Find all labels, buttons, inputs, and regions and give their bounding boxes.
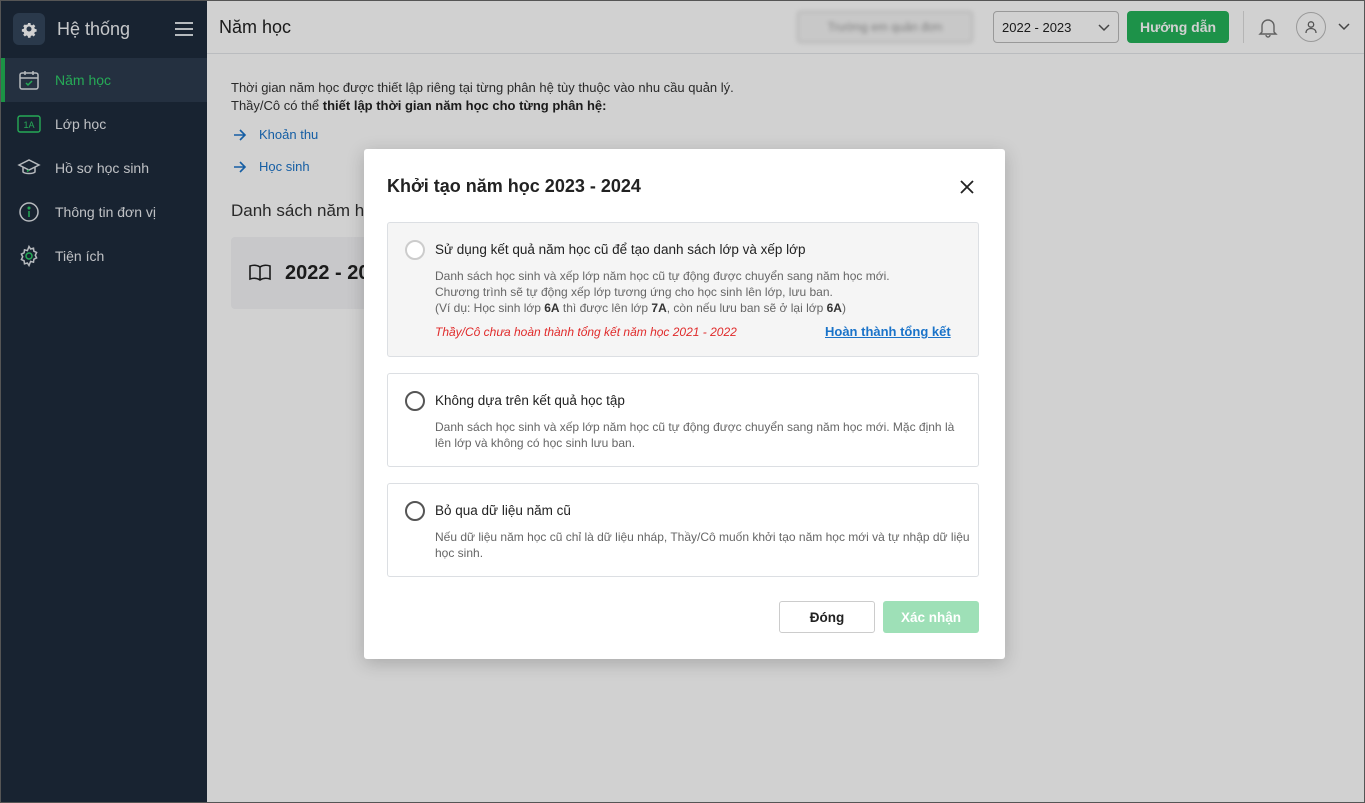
option-use-old-results: Sử dụng kết quả năm học cũ để tạo danh s…: [387, 222, 979, 357]
option-desc-line-1: Danh sách học sinh và xếp lớp năm học cũ…: [435, 269, 890, 283]
option-desc-line-2: Chương trình sẽ tự động xếp lớp tương ứn…: [435, 285, 833, 299]
option-radio-not-based-on-results[interactable]: [405, 391, 425, 411]
option-description: Danh sách học sinh và xếp lớp năm học cũ…: [435, 268, 970, 316]
dialog-title: Khởi tạo năm học 2023 - 2024: [387, 176, 641, 196]
option-description: Danh sách học sinh và xếp lớp năm học cũ…: [435, 420, 955, 450]
desc-text: thì được lên lớp: [559, 301, 652, 315]
option-title: Không dựa trên kết quả học tập: [435, 393, 625, 408]
desc-text: (Ví dụ: Học sinh lớp: [435, 301, 545, 315]
option-not-based-on-results[interactable]: Không dựa trên kết quả học tập Danh sách…: [387, 373, 979, 467]
app-window: Hệ thống Năm học 1A Lớp học Hồ sơ học si…: [0, 0, 1365, 803]
option-title: Bỏ qua dữ liệu năm cũ: [435, 503, 571, 518]
finish-summary-link[interactable]: Hoàn thành tổng kết: [825, 324, 951, 339]
option-description: Nếu dữ liệu năm học cũ chỉ là dữ liệu nh…: [435, 530, 970, 560]
option-desc-line-3: (Ví dụ: Học sinh lớp 6A thì được lên lớp…: [435, 300, 970, 316]
option-skip-old-data[interactable]: Bỏ qua dữ liệu năm cũ Nếu dữ liệu năm họ…: [387, 483, 979, 577]
option-title: Sử dụng kết quả năm học cũ để tạo danh s…: [435, 242, 806, 257]
option-radio-skip-old-data[interactable]: [405, 501, 425, 521]
desc-text: ): [841, 301, 846, 315]
close-icon[interactable]: [956, 176, 978, 198]
class-6a: 6A: [544, 301, 560, 315]
init-year-dialog: Khởi tạo năm học 2023 - 2024 Sử dụng kết…: [364, 149, 1005, 659]
class-7a: 7A: [651, 301, 667, 315]
warning-text: Thầy/Cô chưa hoàn thành tổng kết năm học…: [435, 325, 737, 339]
close-button[interactable]: Đóng: [779, 601, 875, 633]
class-6a: 6A: [826, 301, 842, 315]
option-radio-use-old-results: [405, 240, 425, 260]
confirm-button[interactable]: Xác nhận: [883, 601, 979, 633]
desc-text: , còn nếu lưu ban sẽ ở lại lớp: [666, 301, 827, 315]
